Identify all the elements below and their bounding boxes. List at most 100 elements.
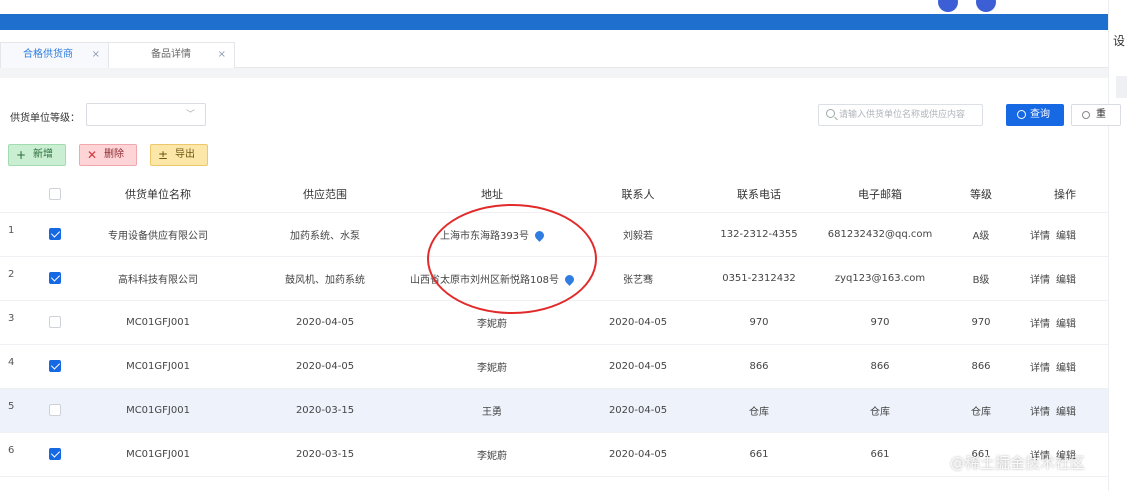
toolbar-avatar-icon[interactable] <box>938 0 958 12</box>
cell-phone: 132-2312-4355 <box>698 212 820 257</box>
tab-close-icon[interactable]: × <box>92 43 100 67</box>
address-text: 李妮蔚 <box>477 362 507 374</box>
cell-level: A级 <box>940 212 1022 257</box>
table-row[interactable]: 4 MC01GFJ001 2020-04-05 李妮蔚 2020-04-05 866 866… <box>0 344 1108 389</box>
browser-toolbar <box>0 0 1108 14</box>
cell-supplier-name: MC01GFJ001 <box>72 300 244 345</box>
app-header-bar <box>0 14 1108 30</box>
cell-level: 仓库 <box>940 388 1022 433</box>
table-row[interactable]: 5 MC01GFJ001 2020-03-15 王勇 2020-04-05 仓库 仓库 仓库详… <box>0 388 1108 433</box>
content-divider <box>0 68 1108 78</box>
cell-contact: 张艺骞 <box>578 256 698 301</box>
detail-link[interactable]: 详情 <box>1030 319 1050 330</box>
cell-phone: 0351-2312432 <box>698 256 820 301</box>
row-select-cell[interactable] <box>38 432 72 477</box>
cell-level: 866 <box>940 344 1022 389</box>
tab-label: 备品详情 <box>151 49 191 60</box>
row-select-cell[interactable] <box>38 300 72 345</box>
supplier-level-select[interactable]: ﹀ <box>86 103 206 126</box>
export-button[interactable]: ± 导出 <box>150 144 208 166</box>
table-header-row: 供货单位名称 供应范围 地址 联系人 联系电话 电子邮箱 等级 操作 <box>0 176 1108 213</box>
row-checkbox[interactable] <box>49 228 61 240</box>
edit-link[interactable]: 编辑 <box>1056 407 1076 418</box>
location-pin-icon[interactable] <box>563 273 576 286</box>
tab-qualified-suppliers[interactable]: 合格供货商 × <box>0 42 109 68</box>
row-index: 3 <box>0 300 38 345</box>
row-index: 6 <box>0 432 38 477</box>
side-panel-tab[interactable] <box>1116 76 1127 98</box>
cell-contact: 2020-04-05 <box>578 300 698 345</box>
header-phone: 联系电话 <box>698 176 820 213</box>
cell-level: B级 <box>940 256 1022 301</box>
cell-phone: 仓库 <box>698 388 820 433</box>
row-select-cell[interactable] <box>38 212 72 257</box>
detail-link[interactable]: 详情 <box>1030 407 1050 418</box>
row-checkbox[interactable] <box>49 360 61 372</box>
delete-button[interactable]: ✕ 删除 <box>79 144 137 166</box>
row-index: 1 <box>0 212 38 257</box>
close-icon: ✕ <box>87 148 98 162</box>
cell-level: 970 <box>940 300 1022 345</box>
row-checkbox[interactable] <box>49 404 61 416</box>
cell-scope: 2020-03-15 <box>244 388 406 433</box>
chevron-down-icon: ﹀ <box>185 110 195 120</box>
toolbar-profile-icon[interactable] <box>976 0 996 12</box>
row-checkbox[interactable] <box>49 272 61 284</box>
delete-button-label: 删除 <box>104 149 124 160</box>
select-all-checkbox[interactable] <box>49 188 61 201</box>
cell-operations: 详情 编辑 <box>1022 256 1108 301</box>
side-panel-label: 设 <box>1113 34 1126 48</box>
cell-email: 仓库 <box>820 388 940 433</box>
cell-email: zyq123@163.com <box>820 256 940 301</box>
table-row[interactable]: 1 专用设备供应有限公司 加药系统、水泵 上海市东海路393号 刘毅若 132-2312-… <box>0 212 1108 257</box>
refresh-icon <box>1082 111 1090 119</box>
table-body: 1 专用设备供应有限公司 加药系统、水泵 上海市东海路393号 刘毅若 132-2312-… <box>0 212 1108 477</box>
address-text: 上海市东海路393号 <box>439 230 530 242</box>
row-index: 2 <box>0 256 38 301</box>
cell-phone: 866 <box>698 344 820 389</box>
cell-phone: 970 <box>698 300 820 345</box>
query-button[interactable]: 查询 <box>1006 104 1064 126</box>
row-select-cell[interactable] <box>38 344 72 389</box>
table-row[interactable]: 2 高科科技有限公司 鼓风机、加药系统 山西省太原市刘州区新悦路108号 张艺骞 0351… <box>0 256 1108 301</box>
cell-scope: 鼓风机、加药系统 <box>244 256 406 301</box>
row-select-cell[interactable] <box>38 388 72 433</box>
detail-link[interactable]: 详情 <box>1030 363 1050 374</box>
search-input[interactable] <box>839 105 979 125</box>
cell-address: 李妮蔚 <box>406 300 578 345</box>
supplier-table: 供货单位名称 供应范围 地址 联系人 联系电话 电子邮箱 等级 操作 1 专用设备… <box>0 176 1108 477</box>
row-index: 4 <box>0 344 38 389</box>
location-pin-icon[interactable] <box>533 229 546 242</box>
cell-supplier-name: 高科科技有限公司 <box>72 256 244 301</box>
cell-address: 上海市东海路393号 <box>406 212 578 257</box>
row-checkbox[interactable] <box>49 316 61 328</box>
edit-link[interactable]: 编辑 <box>1056 275 1076 286</box>
cell-supplier-name: MC01GFJ001 <box>72 388 244 433</box>
add-button[interactable]: + 新增 <box>8 144 66 166</box>
edit-link[interactable]: 编辑 <box>1056 319 1076 330</box>
cell-email: 866 <box>820 344 940 389</box>
detail-link[interactable]: 详情 <box>1030 275 1050 286</box>
header-select-all[interactable] <box>38 176 72 213</box>
row-index: 5 <box>0 388 38 433</box>
cell-address: 山西省太原市刘州区新悦路108号 <box>406 256 578 301</box>
cell-scope: 2020-03-15 <box>244 432 406 477</box>
header-email: 电子邮箱 <box>820 176 940 213</box>
add-button-label: 新增 <box>33 149 53 160</box>
table-row[interactable]: 3 MC01GFJ001 2020-04-05 李妮蔚 2020-04-05 970 970… <box>0 300 1108 345</box>
tab-close-icon[interactable]: × <box>218 43 226 67</box>
row-select-cell[interactable] <box>38 256 72 301</box>
right-side-panel: 设 <box>1108 0 1127 491</box>
export-icon: ± <box>158 148 169 162</box>
cell-contact: 2020-04-05 <box>578 388 698 433</box>
tab-spare-parts-detail[interactable]: 备品详情 × <box>108 42 235 68</box>
row-checkbox[interactable] <box>49 448 61 460</box>
cell-scope: 加药系统、水泵 <box>244 212 406 257</box>
table-row[interactable]: 6 MC01GFJ001 2020-03-15 李妮蔚 2020-04-05 661 661… <box>0 432 1108 477</box>
edit-link[interactable]: 编辑 <box>1056 231 1076 242</box>
detail-link[interactable]: 详情 <box>1030 231 1050 242</box>
cell-supplier-name: MC01GFJ001 <box>72 344 244 389</box>
reset-button[interactable]: 重 <box>1071 104 1121 126</box>
edit-link[interactable]: 编辑 <box>1056 363 1076 374</box>
cell-operations: 详情 编辑 <box>1022 212 1108 257</box>
